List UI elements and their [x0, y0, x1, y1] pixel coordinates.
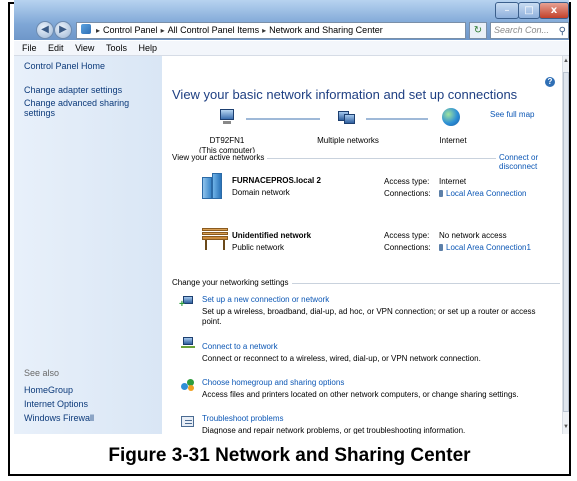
- homegroup-sharing-link[interactable]: Choose homegroup and sharing options: [202, 378, 344, 387]
- close-button[interactable]: x: [539, 2, 569, 19]
- menu-file[interactable]: File: [22, 43, 37, 53]
- setup-connection-link[interactable]: Set up a new connection or network: [202, 295, 329, 304]
- connections-label: Connections:: [384, 243, 431, 252]
- scroll-thumb[interactable]: [563, 72, 569, 412]
- left-pane: Control Panel Home Change adapter settin…: [14, 56, 162, 434]
- setup-connection-desc: Set up a wireless, broadband, dial-up, a…: [202, 307, 536, 326]
- explorer-window: – □ x ◀ ▶ ▸ Control Panel ▸ All Control Pan…: [14, 0, 569, 434]
- computer-name: DT92FN1: [209, 136, 245, 145]
- address-bar[interactable]: ▸ Control Panel ▸ All Control Panel Items ▸ N…: [76, 22, 466, 39]
- connect-network-desc: Connect or reconnect to a wireless, wire…: [202, 354, 481, 363]
- network-type[interactable]: Public network: [232, 243, 284, 252]
- menu-edit[interactable]: Edit: [48, 43, 64, 53]
- search-input[interactable]: Search Con... ⚲: [490, 22, 569, 39]
- see-also-label: See also: [24, 368, 60, 378]
- map-connector: [246, 118, 320, 120]
- help-icon[interactable]: ?: [545, 77, 555, 87]
- breadcrumb-all-items[interactable]: All Control Panel Items: [168, 25, 260, 35]
- menu-help[interactable]: Help: [138, 43, 157, 53]
- menu-tools[interactable]: Tools: [106, 43, 127, 53]
- connect-or-disconnect-link[interactable]: Connect or disconnect: [496, 153, 562, 171]
- network-type[interactable]: Domain network: [232, 188, 290, 197]
- homegroup-sharing-desc: Access files and printers located on oth…: [202, 390, 519, 399]
- multiple-networks-label: Multiple networks: [317, 136, 379, 145]
- network-name[interactable]: Unidentified network: [232, 231, 311, 240]
- public-network-bench-icon[interactable]: [202, 228, 228, 250]
- internet-options-link[interactable]: Internet Options: [24, 399, 88, 409]
- maximize-button[interactable]: □: [518, 2, 540, 19]
- ethernet-icon: [439, 244, 443, 251]
- local-area-connection-link[interactable]: Local Area Connection: [446, 189, 527, 198]
- refresh-button[interactable]: ↻: [469, 22, 487, 39]
- homegroup-link[interactable]: HomeGroup: [24, 385, 73, 395]
- troubleshoot-desc: Diagnose and repair network problems, or…: [202, 426, 466, 434]
- domain-network-icon[interactable]: [202, 173, 222, 199]
- scroll-down-icon[interactable]: ▼: [563, 424, 569, 430]
- change-settings-label: Change your networking settings: [172, 278, 292, 287]
- connection-link[interactable]: Local Area Connection1: [439, 243, 531, 252]
- map-connector: [366, 118, 428, 120]
- breadcrumb-arrow-icon: ▸: [262, 26, 267, 35]
- troubleshoot-icon: [181, 416, 195, 428]
- connections-label: Connections:: [384, 189, 431, 198]
- see-full-map-link[interactable]: See full map: [490, 110, 534, 119]
- minimize-button[interactable]: –: [495, 2, 519, 19]
- control-panel-icon: [81, 24, 91, 34]
- breadcrumb-network-sharing[interactable]: Network and Sharing Center: [269, 25, 383, 35]
- network-icon[interactable]: [338, 109, 355, 125]
- vertical-scrollbar[interactable]: ▲ ▼: [562, 56, 569, 434]
- page-heading: View your basic network information and …: [172, 87, 518, 102]
- network-name[interactable]: FURNACEPROS.local 2: [232, 176, 321, 185]
- internet-label: Internet: [439, 136, 467, 145]
- breadcrumb-arrow-icon: ▸: [96, 26, 101, 35]
- internet-globe-icon[interactable]: [442, 108, 460, 126]
- windows-firewall-link[interactable]: Windows Firewall: [24, 413, 94, 423]
- access-type-value: Internet: [439, 177, 467, 186]
- active-networks-label: View your active networks: [172, 153, 268, 162]
- search-placeholder: Search Con...: [494, 25, 550, 35]
- menu-bar: File Edit View Tools Help: [14, 41, 569, 56]
- connection-link[interactable]: Local Area Connection: [439, 189, 527, 198]
- figure-caption: Figure 3-31 Network and Sharing Center: [108, 445, 471, 466]
- menu-view[interactable]: View: [75, 43, 94, 53]
- access-type-label: Access type:: [384, 231, 430, 240]
- main-content: ? View your basic network information an…: [162, 56, 562, 434]
- ethernet-icon: [439, 190, 443, 197]
- local-area-connection1-link[interactable]: Local Area Connection1: [446, 243, 531, 252]
- search-icon[interactable]: ⚲: [559, 24, 566, 39]
- access-type-value: No network access: [439, 231, 507, 240]
- scroll-up-icon[interactable]: ▲: [563, 58, 569, 64]
- breadcrumb-arrow-icon: ▸: [160, 26, 165, 35]
- change-adapter-settings-link[interactable]: Change adapter settings: [24, 85, 122, 95]
- breadcrumb-control-panel[interactable]: Control Panel: [103, 25, 158, 35]
- homegroup-icon: [181, 379, 195, 391]
- access-type-label: Access type:: [384, 177, 430, 186]
- control-panel-home-link[interactable]: Control Panel Home: [24, 61, 105, 71]
- connect-network-link[interactable]: Connect to a network: [202, 342, 278, 351]
- back-button[interactable]: ◀: [36, 21, 54, 39]
- title-bar: – □ x ◀ ▶ ▸ Control Panel ▸ All Control Pan…: [14, 0, 569, 40]
- troubleshoot-link[interactable]: Troubleshoot problems: [202, 414, 284, 423]
- change-advanced-sharing-link[interactable]: Change advanced sharing settings: [24, 98, 154, 118]
- forward-button[interactable]: ▶: [54, 21, 72, 39]
- connect-network-icon: [181, 337, 195, 349]
- setup-connection-icon: +: [179, 296, 195, 310]
- computer-icon[interactable]: [219, 109, 235, 125]
